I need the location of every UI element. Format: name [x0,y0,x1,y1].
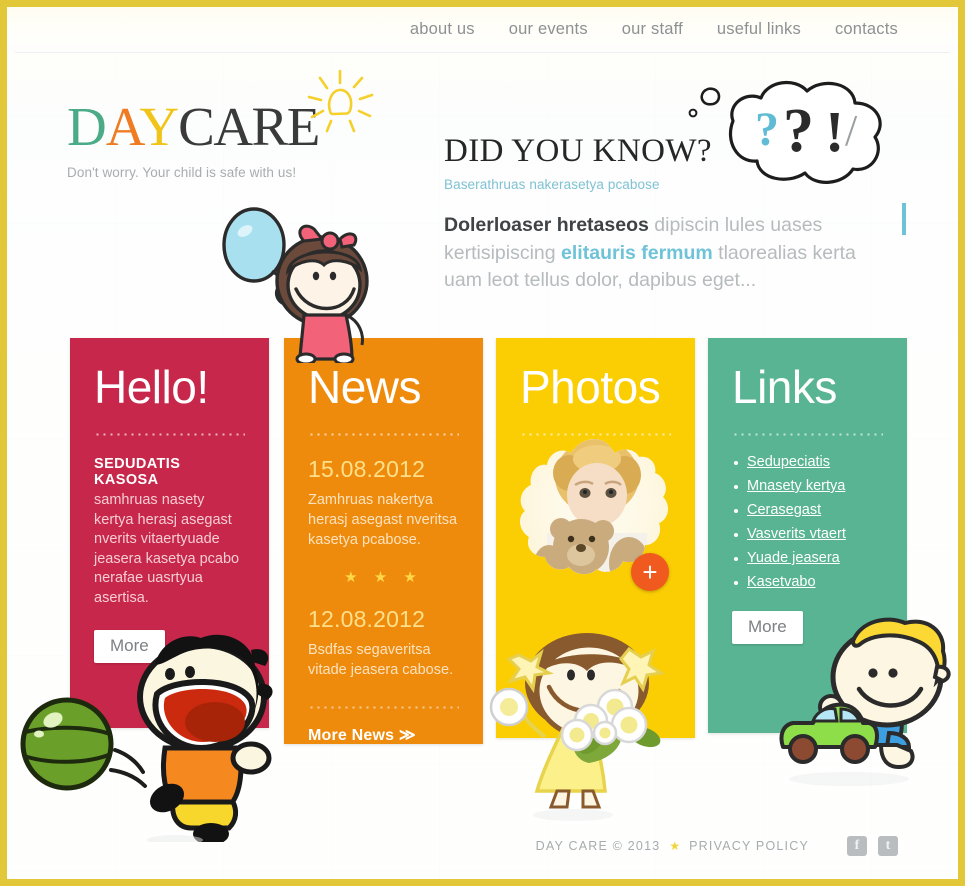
logo-letter-d: D [67,96,107,157]
twitter-icon[interactable]: t [878,836,898,856]
photos-add-button[interactable]: + [631,553,669,591]
logo-letter-y: Y [139,96,179,157]
site-logo[interactable]: DAYCARE Don't worry. Your child is safe … [67,96,320,180]
dyk-body-accent[interactable]: elitauris fermum [561,242,713,264]
panel-news-title: News [308,361,422,413]
panel-hello-title: Hello! [94,361,209,413]
did-you-know-subtitle: Baserathruas nakerasetya pcabose [444,177,660,192]
list-item: Vasverits vtaert [732,525,883,543]
footer-copyright: DAY CARE © 2013 [535,839,661,853]
accent-bar [902,203,906,235]
panel-hello-subtitle: SEDUDATIS KASOSA [94,456,181,488]
logo-letter-a: A [105,96,141,157]
link-item-4[interactable]: Yuade jeasera [747,550,840,566]
link-item-3[interactable]: Vasverits vtaert [747,526,846,542]
nav-item-about-us[interactable]: about us [410,20,475,39]
link-item-0[interactable]: Sedupeciatis [747,454,830,470]
did-you-know-title: DID YOU KNOW? [444,133,712,169]
news-item-date-1: 15.08.2012 [308,456,426,482]
panel-links-title: Links [732,361,837,413]
nav-item-contacts[interactable]: contacts [835,20,898,39]
sun-icon [307,69,374,133]
link-item-1[interactable]: Mnasety kertya [747,478,845,494]
link-item-2[interactable]: Cerasegast [747,502,821,518]
nav-divider [15,52,950,53]
list-item: Cerasegast [732,501,883,519]
boy-with-ball-illustration [20,634,273,842]
main-navigation: about us our events our staff useful lin… [7,7,958,52]
logo-tagline: Don't worry. Your child is safe with us! [67,165,297,180]
list-item: Yuade jeasera [732,549,883,567]
panel-photos-title: Photos [520,361,661,413]
boy-with-car-illustration [779,617,951,786]
panel-news-divider-top [308,433,459,436]
panel-hello-body: samhruas nasety kertya herasj asegast nv… [94,492,240,606]
page-root: about us our events our staff useful lin… [0,0,965,886]
list-item: Mnasety kertya [732,477,883,495]
logo-word-care: CARE [178,96,320,157]
list-item: Sedupeciatis [732,453,883,471]
nav-item-our-events[interactable]: our events [509,20,588,39]
links-list: Sedupeciatis Mnasety kertya Cerasegast V… [732,453,883,591]
footer-star-icon: ★ [669,839,681,853]
nav-item-our-staff[interactable]: our staff [622,20,683,39]
logo-wordmark: DAYCARE [67,96,320,157]
photo-thumbnail[interactable]: + [519,435,671,591]
did-you-know-body: Dolerloaser hretaseos dipiscin lules uas… [444,212,874,295]
news-item-text-2: Bsdfas segaveritsa vitade jeasera cabose… [308,642,454,678]
news-item-text-1: Zamhruas nakertya herasj asegast nverits… [308,492,458,548]
panel-news: News 15.08.2012 Zamhruas nakertya herasj… [284,338,483,744]
nav-item-useful-links[interactable]: useful links [717,20,801,39]
news-star-separator: ★ ★ ★ [344,569,423,586]
footer-privacy-policy-link[interactable]: PRIVACY POLICY [689,839,809,853]
more-news-link[interactable]: More News ≫ [308,725,459,745]
dyk-body-strong: Dolerloaser hretaseos [444,214,649,236]
link-item-5[interactable]: Kasetvabo [747,574,816,590]
girl-with-flowers-illustration [489,633,666,821]
did-you-know-section: DID YOU KNOW? Baserathruas nakerasetya p… [444,135,904,295]
panel-hello-divider [94,433,245,436]
list-item: Kasetvabo [732,573,883,591]
site-footer: DAY CARE © 2013 ★ PRIVACY POLICY f t [7,831,958,861]
panel-news-divider-bottom [308,706,459,709]
news-item-date-2: 12.08.2012 [308,606,426,632]
panel-links-divider [732,433,883,436]
facebook-icon[interactable]: f [847,836,867,856]
girl-with-balloon-illustration [222,207,369,363]
